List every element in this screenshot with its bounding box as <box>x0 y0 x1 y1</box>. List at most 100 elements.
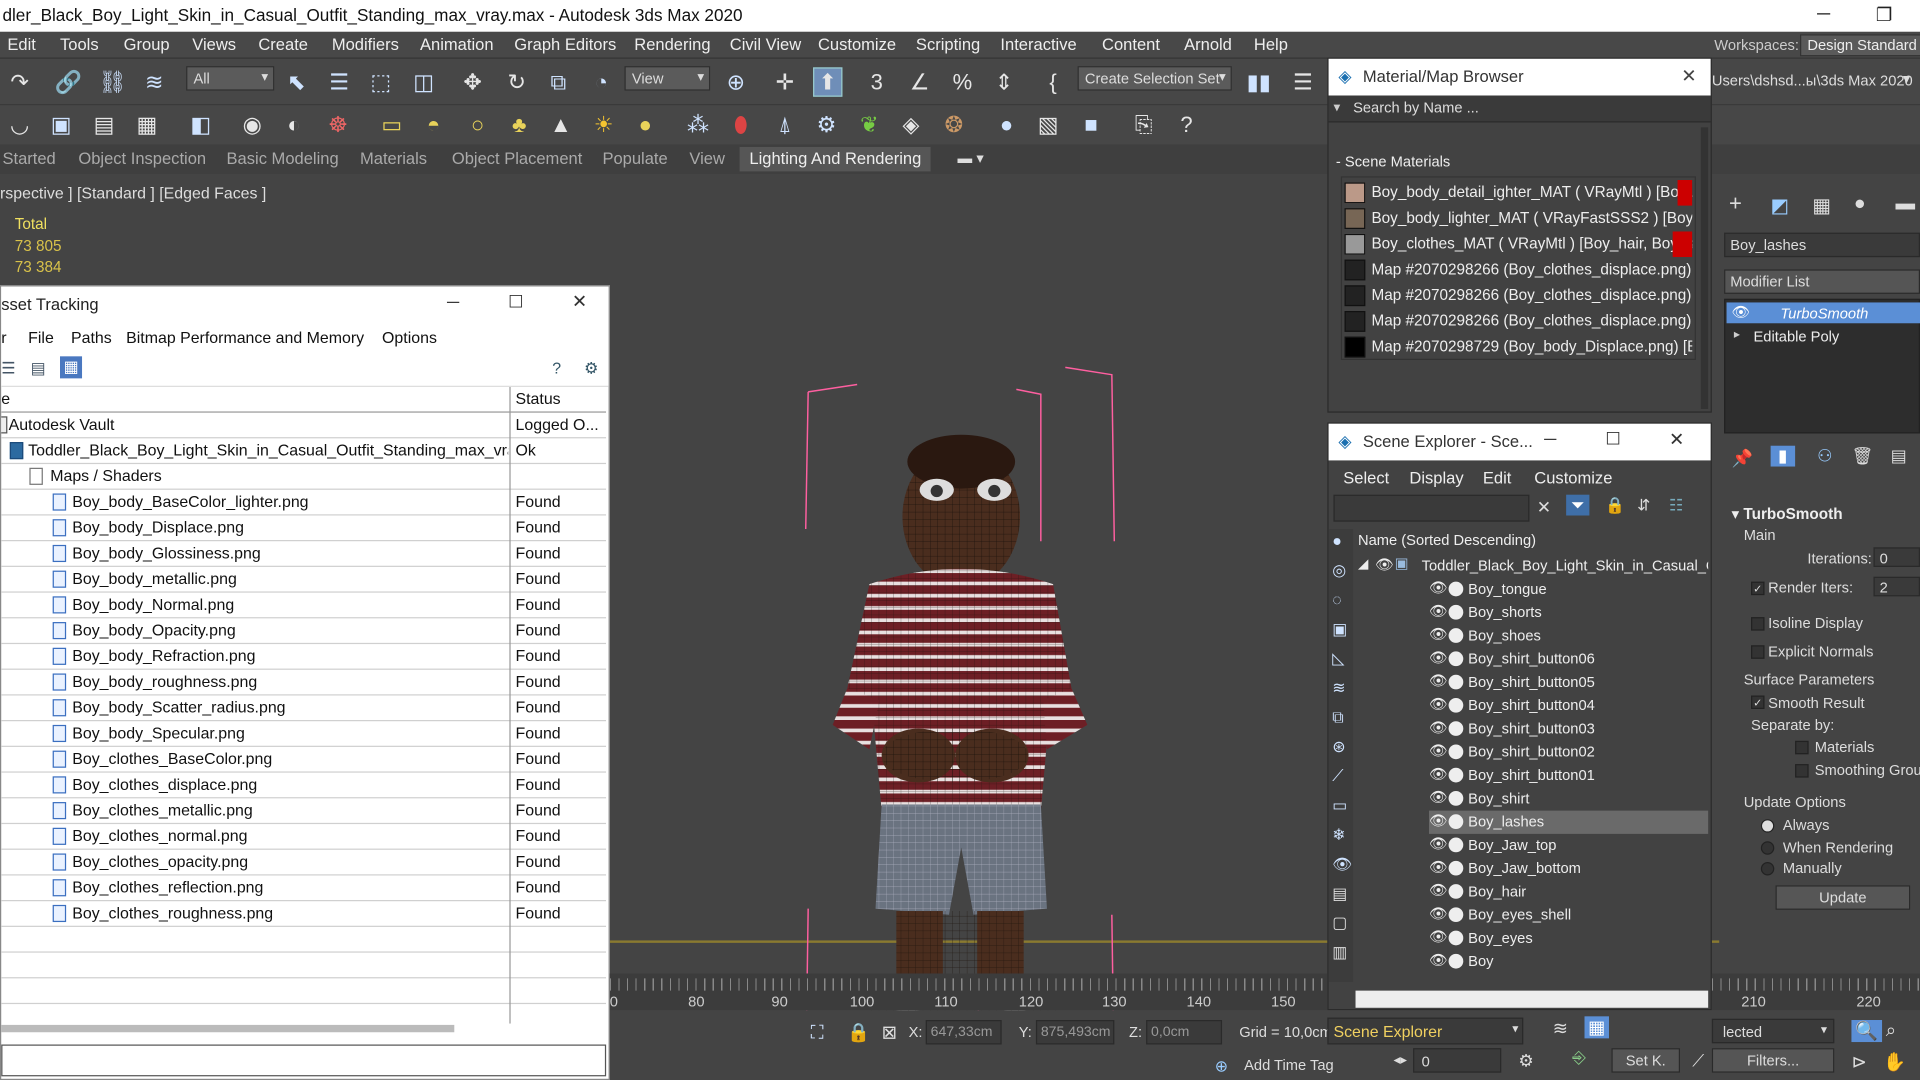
render-setup-icon[interactable]: ▤ <box>89 110 118 139</box>
iterations-spinner[interactable]: 0 <box>1873 547 1920 567</box>
visibility-eye-icon[interactable]: 👁 <box>1429 928 1448 945</box>
scex-menu-display[interactable]: Display <box>1409 469 1463 487</box>
table-row[interactable]: Boy_clothes_opacity.png Found <box>1 850 607 876</box>
maximize-icon[interactable]: ❐ <box>1876 4 1892 26</box>
make-unique-icon[interactable]: ⚇ <box>1817 446 1832 467</box>
visibility-eye-icon[interactable]: 👁 <box>1429 858 1448 875</box>
scene-materials-header[interactable]: - Scene Materials <box>1336 153 1450 170</box>
edit-named-sets-icon[interactable]: { <box>1038 67 1067 96</box>
rect-select-icon[interactable]: ⬚ <box>366 67 395 96</box>
selection-lock-icon[interactable]: 🔒 <box>847 1021 870 1043</box>
table-row[interactable]: Boy_clothes_metallic.png Found <box>1 798 607 825</box>
table-row[interactable]: Autodesk Vault Logged O... <box>1 413 607 439</box>
object-name-field[interactable]: Boy_lashes <box>1724 232 1920 258</box>
isolate-icon[interactable]: ⛶ <box>811 1022 824 1043</box>
menu-content[interactable]: Content <box>1102 36 1160 54</box>
settings-icon[interactable]: ⚙ <box>584 359 598 379</box>
current-frame-field[interactable]: 0 <box>1413 1048 1502 1073</box>
z-coord-field[interactable]: 0,0cm <box>1146 1020 1223 1045</box>
visibility-eye-icon[interactable]: 👁 <box>1429 719 1448 736</box>
box-icon[interactable]: ▭ <box>377 110 406 139</box>
scene-explorer-selector[interactable]: Scene Explorer ▾ <box>1327 1017 1524 1045</box>
table-row[interactable]: Boy_body_Opacity.png Found <box>1 618 607 645</box>
table-row[interactable]: Boy_body_BaseColor_lighter.png Found <box>1 490 607 516</box>
list-item[interactable]: 👁 Boy_tongue <box>1429 578 1708 601</box>
horizontal-scrollbar[interactable] <box>1 1024 455 1033</box>
set-key-button[interactable]: Set K. <box>1611 1048 1681 1073</box>
render-iters-spinner[interactable]: 2 <box>1873 576 1920 597</box>
visibility-eye-icon[interactable]: 👁 <box>1429 649 1448 666</box>
list-item[interactable]: Map #2070298266 (Boy_clothes_displace.pn… <box>1342 309 1692 335</box>
bones-filter-icon[interactable]: ⟋ <box>1332 767 1343 787</box>
menu-tools[interactable]: Tools <box>60 36 99 54</box>
vertical-scrollbar[interactable] <box>1700 127 1709 409</box>
render-frame-icon[interactable]: ▦ <box>132 110 161 139</box>
mirror-icon[interactable]: ▮▮ <box>1244 67 1273 96</box>
frame-buffer-icon[interactable]: ▧ <box>1033 110 1062 139</box>
show-end-result-icon[interactable]: ▮ <box>1770 445 1795 467</box>
material-search-bar[interactable]: ▾ Search by Name ... <box>1328 95 1711 123</box>
tab-view[interactable]: View <box>689 149 725 167</box>
list-item-selected[interactable]: 👁 Boy_lashes <box>1428 810 1709 834</box>
table-row[interactable]: Boy_body_Glossiness.png Found <box>1 541 607 567</box>
x-coord-field[interactable]: 647,33cm <box>925 1020 1002 1045</box>
visibility-eye-icon[interactable]: 👁 <box>1429 579 1448 596</box>
list-item[interactable]: 👁 Boy_shirt_button02 <box>1429 741 1708 764</box>
update-when-rendering-radio[interactable] <box>1760 841 1775 855</box>
placement-icon[interactable]: ◔ <box>587 67 616 96</box>
list-item[interactable]: 👁 Boy_Jaw_top <box>1429 834 1708 857</box>
table-row[interactable]: Boy_clothes_reflection.png Found <box>1 876 607 902</box>
selection-filter-dropdown[interactable]: All <box>186 66 275 91</box>
filters-button[interactable]: Filters... <box>1711 1048 1835 1073</box>
menu-interactive[interactable]: Interactive <box>1000 36 1076 54</box>
select-by-name-icon[interactable]: ☰ <box>324 67 353 96</box>
list-item[interactable]: 👁 Boy_shirt_button04 <box>1429 694 1708 717</box>
search-dropdown-icon[interactable]: ▾ <box>1333 99 1340 115</box>
y-coord-field[interactable]: 875,493cm <box>1035 1020 1115 1045</box>
visibility-eye-icon[interactable]: 👁 <box>1429 626 1448 643</box>
snaps-toggle-icon[interactable]: 3 <box>862 67 891 96</box>
project-path[interactable]: Users\dshsd...ы\3ds Max 2020 <box>1712 72 1913 89</box>
asset-menu-paths[interactable]: Paths <box>71 328 112 346</box>
select-object-icon[interactable]: ⬉ <box>282 67 311 96</box>
redo-icon[interactable]: ↷ <box>5 67 34 96</box>
plant-icon[interactable]: ♣ <box>504 110 533 139</box>
separate-materials-checkbox[interactable] <box>1795 740 1809 755</box>
link-icon[interactable]: 🔗 <box>54 67 83 96</box>
list-item[interactable]: Boy_body_lighter_MAT ( VRayFastSSS2 ) [B… <box>1342 206 1692 232</box>
bind-spacewarp-icon[interactable]: ≋ <box>140 67 169 96</box>
col-status-header[interactable]: Status <box>516 389 604 407</box>
help-icon[interactable]: ? <box>1172 110 1201 139</box>
angle-snap-icon[interactable]: ∠ <box>905 67 934 96</box>
character-model[interactable] <box>784 358 1127 1080</box>
scex-menu-customize[interactable]: Customize <box>1534 469 1612 487</box>
visibility-eye-icon[interactable]: 👁 <box>1429 789 1448 806</box>
list-view-icon[interactable]: ☰ <box>1 359 15 379</box>
menu-group[interactable]: Group <box>124 36 170 54</box>
update-always-radio[interactable] <box>1760 819 1775 833</box>
timeline-ruler[interactable]: 0 80 90 100 110 120 130 140 150 <box>609 973 1328 1011</box>
menu-animation[interactable]: Animation <box>420 36 494 54</box>
table-row[interactable]: Boy_body_roughness.png Found <box>1 670 607 696</box>
menu-views[interactable]: Views <box>192 36 236 54</box>
render-iters-checkbox[interactable]: ✓ <box>1751 581 1765 596</box>
asset-menu-options[interactable]: Options <box>382 328 437 346</box>
xrefs-filter-icon[interactable]: ⊛ <box>1332 737 1345 757</box>
selected-dropdown[interactable]: lected ▾ <box>1711 1018 1835 1044</box>
time-tag-icon[interactable]: ⊕ <box>1215 1057 1228 1077</box>
list-item[interactable]: Boy_clothes_MAT ( VRayMtl ) [Boy_hair, B… <box>1342 231 1693 258</box>
render-icon[interactable]: ☸ <box>323 110 352 139</box>
expand-icon[interactable]: ◢ <box>1358 556 1368 572</box>
keyboard-shortcut-icon[interactable]: ⬆ <box>813 67 843 97</box>
menu-rendering[interactable]: Rendering <box>634 36 710 54</box>
tree-root[interactable]: ◢ 👁 ▣ Toddler_Black_Boy_Light_Skin_in_Ca… <box>1358 555 1708 578</box>
menu-civil-view[interactable]: Civil View <box>730 36 801 54</box>
invert-display-icon[interactable]: ▥ <box>1332 943 1347 963</box>
table-row[interactable]: Boy_body_metallic.png Found <box>1 567 607 593</box>
layer-icon[interactable]: ◧ <box>186 110 215 139</box>
layer-stack-icon[interactable]: ≋ <box>1553 1018 1568 1040</box>
list-item[interactable]: Map #2070298729 (Boy_body_Displace.png) … <box>1342 334 1692 360</box>
tab-materials[interactable]: Materials <box>360 149 427 167</box>
create-tab-icon[interactable]: + <box>1729 191 1742 217</box>
percent-snap-icon[interactable]: % <box>948 67 977 96</box>
